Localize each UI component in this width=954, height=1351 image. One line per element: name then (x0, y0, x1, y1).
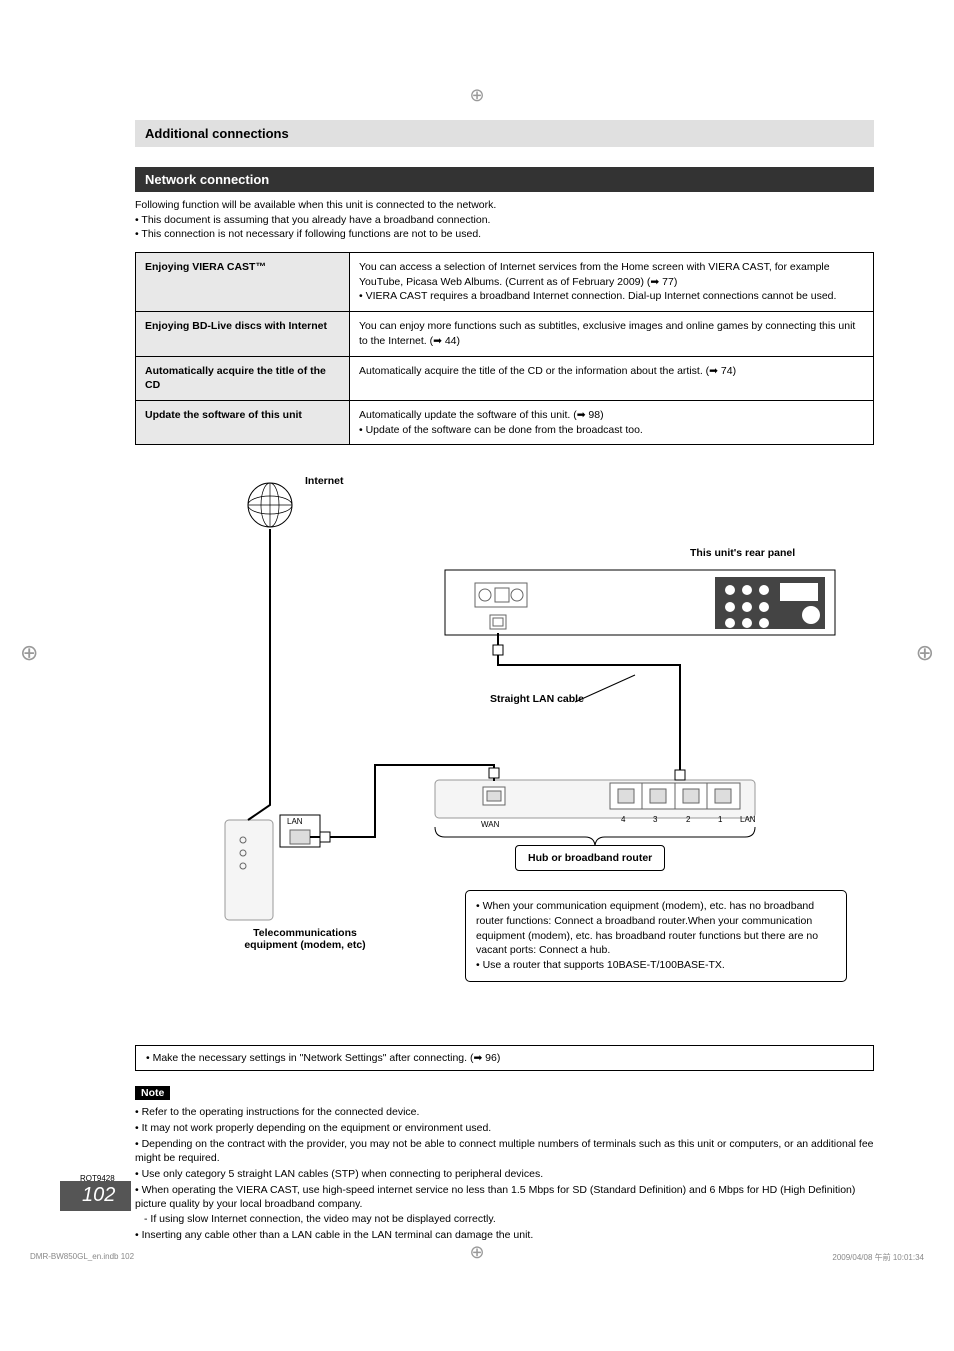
registration-mark-left: ⊕ (20, 640, 38, 666)
modem-label: Telecommunications equipment (modem, etc… (230, 927, 380, 951)
registration-mark-top: ⊕ (469, 85, 484, 106)
port-3-label: 3 (653, 815, 657, 824)
table-row: Enjoying BD-Live discs with Internet You… (136, 312, 874, 356)
table-row: Update the software of this unit Automat… (136, 400, 874, 444)
callout-text: When your communication equipment (modem… (476, 900, 818, 956)
row-desc: You can enjoy more functions such as sub… (350, 312, 874, 356)
note-heading: Note (135, 1086, 170, 1100)
intro-line: Following function will be available whe… (135, 198, 874, 213)
settings-note-box: • Make the necessary settings in "Networ… (135, 1045, 874, 1071)
modem-lan-label: LAN (287, 817, 303, 826)
table-row: Enjoying VIERA CAST™ You can access a se… (136, 253, 874, 312)
intro-bullet: • This connection is not necessary if fo… (135, 227, 874, 242)
callout-bullet: • When your communication equipment (mod… (476, 899, 836, 958)
page-content: Additional connections Network connectio… (0, 0, 954, 1293)
print-footer: DMR-BW850GL_en.indb 102 2009/04/08 午前 10… (30, 1252, 924, 1263)
callout-bullet: • Use a router that supports 10BASE-T/10… (476, 958, 836, 973)
connection-diagram: Internet This unit's rear panel Straight… (135, 465, 874, 1025)
hub-router-text: Hub or broadband router (515, 845, 665, 871)
port-4-label: 4 (621, 815, 625, 824)
registration-mark-right: ⊕ (916, 640, 934, 666)
row-label: Automatically acquire the title of the C… (136, 356, 350, 400)
port-1-label: 1 (718, 815, 722, 824)
subsection-title: Network connection (135, 167, 874, 192)
hub-router-label: Hub or broadband router (515, 845, 665, 871)
intro-block: Following function will be available whe… (135, 198, 874, 242)
note-item: Refer to the operating instructions for … (135, 1105, 874, 1120)
rear-panel-label: This unit's rear panel (690, 547, 795, 559)
row-desc: Automatically update the software of thi… (350, 400, 874, 444)
note-sub-item: - If using slow Internet connection, the… (135, 1212, 874, 1227)
note-item: Inserting any cable other than a LAN cab… (135, 1228, 874, 1243)
note-item: Use only category 5 straight LAN cables … (135, 1167, 874, 1182)
row-desc: You can access a selection of Internet s… (350, 253, 874, 312)
port-2-label: 2 (686, 815, 690, 824)
row-desc: Automatically acquire the title of the C… (350, 356, 874, 400)
feature-table: Enjoying VIERA CAST™ You can access a se… (135, 252, 874, 445)
note-item-text: When operating the VIERA CAST, use high-… (135, 1184, 855, 1211)
internet-label: Internet (305, 475, 344, 487)
print-footer-right: 2009/04/08 午前 10:01:34 (832, 1252, 924, 1263)
row-label: Enjoying BD-Live discs with Internet (136, 312, 350, 356)
note-item: Depending on the contract with the provi… (135, 1137, 874, 1166)
intro-bullet: • This document is assuming that you alr… (135, 213, 874, 228)
row-label: Update the software of this unit (136, 400, 350, 444)
note-list: Refer to the operating instructions for … (135, 1105, 874, 1242)
note-item: It may not work properly depending on th… (135, 1121, 874, 1136)
wan-port-label: WAN (481, 820, 499, 829)
router-callout: • When your communication equipment (mod… (465, 890, 847, 981)
lan-cable-label: Straight LAN cable (490, 693, 584, 705)
notes-section: Note Refer to the operating instructions… (135, 1086, 874, 1242)
intro-bullet-text: This document is assuming that you alrea… (141, 214, 490, 226)
callout-text: Use a router that supports 10BASE-T/100B… (483, 959, 725, 971)
note-item: When operating the VIERA CAST, use high-… (135, 1183, 874, 1227)
table-row: Automatically acquire the title of the C… (136, 356, 874, 400)
page-number: 102 (60, 1181, 131, 1211)
section-title: Additional connections (135, 120, 874, 147)
row-label: Enjoying VIERA CAST™ (136, 253, 350, 312)
intro-bullet-text: This connection is not necessary if foll… (141, 228, 481, 240)
lan-ports-label: LAN (740, 815, 756, 824)
print-footer-left: DMR-BW850GL_en.indb 102 (30, 1252, 134, 1263)
